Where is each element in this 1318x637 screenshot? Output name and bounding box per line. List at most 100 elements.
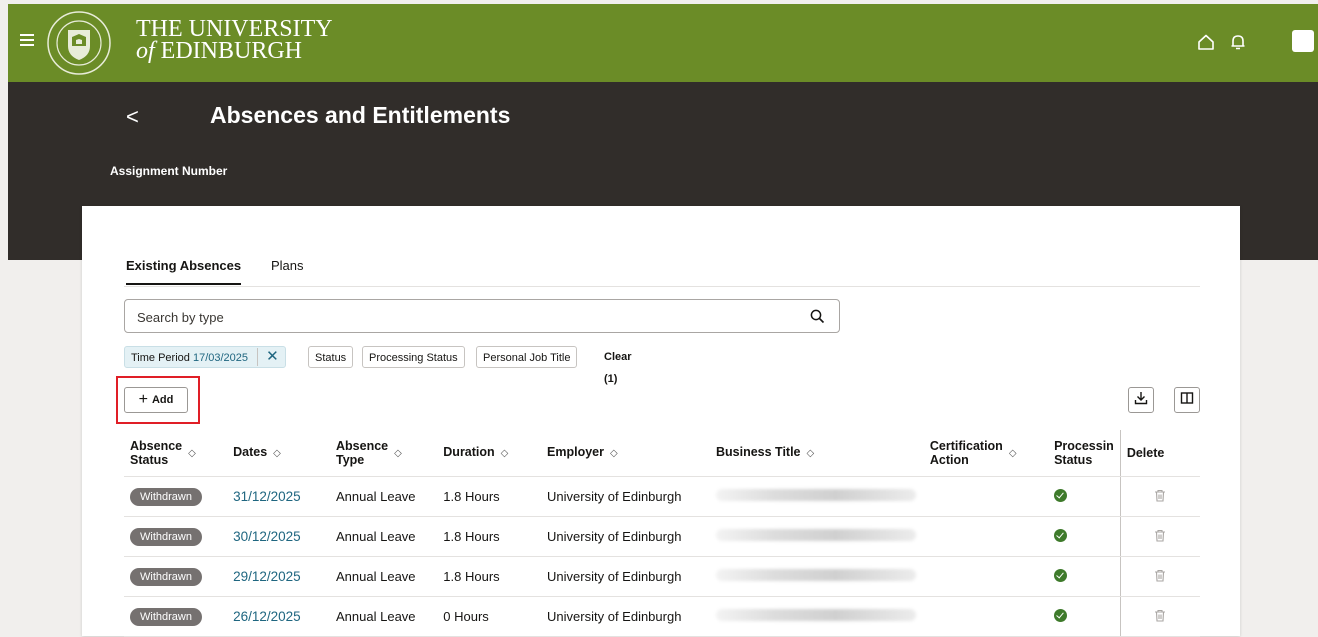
date-link[interactable]: 31/12/2025 (233, 489, 301, 504)
time-period-value: 17/03/2025 (192, 352, 249, 364)
status-badge: Withdrawn (130, 607, 202, 626)
check-circle-icon (1054, 528, 1068, 542)
time-period-label: Time Period (131, 352, 190, 364)
filter-chip-time-period[interactable]: Time Period 17/03/2025 ✕ (124, 346, 286, 368)
employer-cell: University of Edinburgh (541, 596, 710, 637)
status-badge: Withdrawn (130, 567, 202, 586)
header-text: Type (336, 453, 365, 467)
check-circle-icon (1054, 608, 1068, 622)
business-title-redacted (715, 529, 916, 541)
columns-icon (1180, 391, 1194, 410)
search-icon[interactable] (810, 309, 825, 329)
download-icon (1134, 391, 1148, 410)
bell-icon[interactable] (1224, 28, 1252, 56)
sort-icon[interactable]: ◇ (188, 448, 196, 459)
tab-existing-absences[interactable]: Existing Absences (126, 258, 242, 285)
table-row[interactable]: Withdrawn 26/12/2025 Annual Leave 0 Hour… (124, 596, 1200, 637)
university-name[interactable]: THE UNIVERSITY of EDINBURGH (136, 17, 333, 64)
check-circle-icon (1054, 568, 1068, 582)
menu-icon[interactable] (20, 34, 34, 46)
search-box (124, 299, 840, 333)
sort-icon[interactable]: ◇ (807, 448, 815, 459)
trash-icon[interactable] (1154, 569, 1166, 585)
employer-cell: University of Edinburgh (541, 476, 710, 517)
trash-icon[interactable] (1154, 529, 1166, 545)
header-text: Absence (336, 439, 389, 453)
absences-table: Absence Status ◇ Dates ◇ Absence Type ◇ Durat… (124, 430, 1200, 637)
employer-cell: University of Edinburgh (541, 516, 710, 557)
col-absence-status[interactable]: Absence Status ◇ (124, 430, 228, 477)
status-badge: Withdrawn (130, 487, 202, 506)
tab-plans[interactable]: Plans (271, 258, 304, 273)
col-business-title[interactable]: Business Title ◇ (709, 430, 924, 477)
duration-cell: 1.8 Hours (437, 516, 542, 557)
sort-icon[interactable]: ◇ (501, 448, 509, 459)
header-text: Dates (233, 445, 268, 459)
close-icon[interactable]: ✕ (257, 348, 279, 366)
table-header-row: Absence Status ◇ Dates ◇ Absence Type ◇ Durat… (124, 430, 1200, 477)
search-input[interactable] (135, 306, 799, 328)
date-link[interactable]: 26/12/2025 (233, 609, 301, 624)
university-name-of: of (136, 38, 155, 64)
home-icon[interactable] (1192, 28, 1220, 56)
university-crest-icon[interactable] (46, 10, 112, 76)
header-text: Status (1054, 453, 1093, 467)
tab-bar: Existing Absences Plans (124, 258, 1200, 287)
certification-cell (923, 476, 1049, 517)
sort-icon[interactable]: ◇ (610, 448, 618, 459)
certification-cell (923, 516, 1049, 557)
header-text: Status (130, 453, 169, 467)
filter-chip-processing-status[interactable]: Processing Status (362, 346, 465, 368)
avatar[interactable] (1292, 30, 1314, 52)
table-row[interactable]: Withdrawn 30/12/2025 Annual Leave 1.8 Ho… (124, 516, 1200, 557)
sort-icon[interactable]: ◇ (273, 448, 281, 459)
col-employer[interactable]: Employer ◇ (541, 430, 710, 477)
business-title-redacted (715, 609, 916, 621)
date-link[interactable]: 29/12/2025 (233, 569, 301, 584)
plus-icon: + (138, 391, 148, 408)
header-text: Duration (443, 445, 495, 459)
date-link[interactable]: 30/12/2025 (233, 529, 301, 544)
table-row[interactable]: Withdrawn 31/12/2025 Annual Leave 1.8 Ho… (124, 476, 1200, 517)
header-text: Absence (130, 439, 183, 453)
business-title-redacted (715, 569, 916, 581)
header-text: Action (929, 453, 969, 467)
absence-type-cell: Annual Leave (330, 596, 438, 637)
col-processing-status: Processin Status (1048, 430, 1121, 477)
trash-icon[interactable] (1154, 489, 1166, 505)
filter-chip-status[interactable]: Status (308, 346, 354, 368)
clear-filters-link[interactable]: Clear (1) (604, 346, 632, 390)
col-delete: Delete (1119, 430, 1200, 477)
duration-cell: 1.8 Hours (437, 556, 542, 597)
employer-cell: University of Edinburgh (541, 556, 710, 597)
business-title-redacted (715, 489, 916, 501)
col-duration[interactable]: Duration ◇ (437, 430, 542, 477)
col-certification-action[interactable]: Certification Action ◇ (923, 430, 1049, 477)
trash-icon[interactable] (1154, 609, 1166, 625)
assignment-number-label: Assignment Number (110, 164, 228, 178)
page-title: Absences and Entitlements (210, 102, 511, 128)
header-text: Certification (929, 439, 1003, 453)
university-name-line2: EDINBURGH (160, 38, 302, 64)
absences-card: Existing Absences Plans Time Period 17/0… (82, 206, 1240, 637)
absence-type-cell: Annual Leave (330, 476, 438, 517)
absence-type-cell: Annual Leave (330, 556, 438, 597)
header-text: Employer (547, 445, 604, 459)
add-button[interactable]: + Add (124, 387, 188, 413)
sort-icon[interactable]: ◇ (394, 448, 402, 459)
check-circle-icon (1054, 488, 1068, 502)
download-button[interactable] (1128, 387, 1154, 413)
absence-type-cell: Annual Leave (330, 516, 438, 557)
top-bar: THE UNIVERSITY of EDINBURGH (8, 4, 1318, 82)
duration-cell: 1.8 Hours (437, 476, 542, 517)
col-absence-type[interactable]: Absence Type ◇ (330, 430, 438, 477)
certification-cell (923, 596, 1049, 637)
status-badge: Withdrawn (130, 527, 202, 546)
header-text: Business Title (715, 445, 801, 459)
back-button[interactable]: < (126, 104, 139, 130)
col-dates[interactable]: Dates ◇ (227, 430, 331, 477)
columns-button[interactable] (1174, 387, 1200, 413)
sort-icon[interactable]: ◇ (1009, 448, 1017, 459)
table-row[interactable]: Withdrawn 29/12/2025 Annual Leave 1.8 Ho… (124, 556, 1200, 597)
filter-chip-personal-job-title[interactable]: Personal Job Title (476, 346, 578, 368)
